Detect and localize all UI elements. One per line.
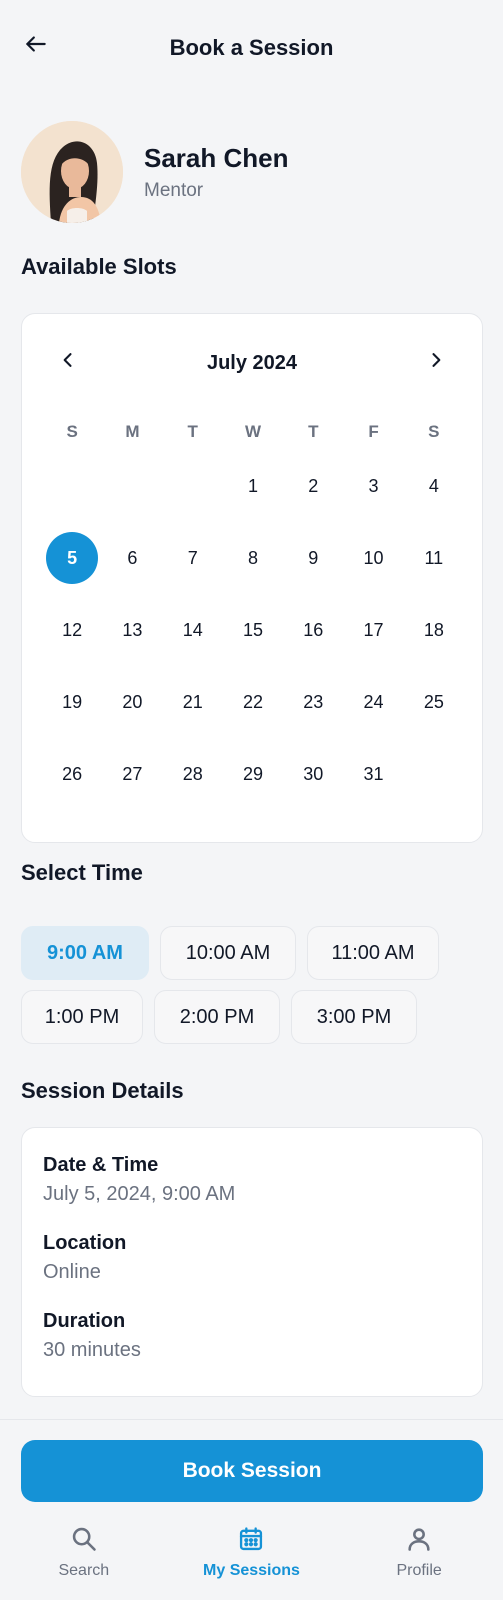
- calendar-empty-cell: [167, 460, 219, 512]
- calendar-icon: [236, 1524, 266, 1554]
- calendar-day[interactable]: 11: [408, 532, 460, 584]
- time-slot-selected[interactable]: 9:00 AM: [21, 926, 149, 980]
- calendar-day[interactable]: 18: [408, 604, 460, 656]
- calendar-day[interactable]: 20: [106, 676, 158, 728]
- calendar-day[interactable]: 9: [287, 532, 339, 584]
- mentor-role: Mentor: [144, 180, 204, 201]
- calendar-week-row: 12 13 14 15 16 17 18: [22, 594, 484, 666]
- calendar-day[interactable]: 24: [348, 676, 400, 728]
- calendar-day[interactable]: 25: [408, 676, 460, 728]
- bottom-navigation: Search My Sessions Profile: [0, 1512, 503, 1600]
- calendar-day[interactable]: 6: [106, 532, 158, 584]
- calendar-day[interactable]: 23: [287, 676, 339, 728]
- select-time-title: Select Time: [21, 860, 143, 885]
- calendar-day[interactable]: 29: [227, 748, 279, 800]
- available-slots-title: Available Slots: [21, 254, 177, 279]
- nav-label: Search: [58, 1562, 110, 1579]
- calendar-day[interactable]: 21: [167, 676, 219, 728]
- calendar-day[interactable]: 22: [227, 676, 279, 728]
- weekday-label: S: [66, 422, 78, 441]
- weekday-label: S: [428, 422, 440, 441]
- calendar-day[interactable]: 27: [106, 748, 158, 800]
- person-icon: [404, 1524, 434, 1554]
- calendar-day[interactable]: 8: [227, 532, 279, 584]
- time-slots-row-2: 1:00 PM 2:00 PM 3:00 PM: [21, 990, 483, 1044]
- time-slot[interactable]: 10:00 AM: [160, 926, 296, 980]
- session-details-title: Session Details: [21, 1078, 184, 1103]
- mentor-card: Sarah Chen Mentor: [21, 121, 289, 223]
- detail-label: Duration: [43, 1310, 126, 1332]
- detail-date-time: Date & Time July 5, 2024, 9:00 AM: [43, 1152, 461, 1208]
- chevron-right-icon: [426, 350, 446, 375]
- calendar-day[interactable]: 28: [167, 748, 219, 800]
- calendar-day[interactable]: 31: [348, 748, 400, 800]
- detail-value: Online: [43, 1261, 101, 1283]
- calendar-empty-cell: [408, 748, 460, 800]
- calendar-day[interactable]: 30: [287, 748, 339, 800]
- page-title: Book a Session: [169, 35, 334, 60]
- weekday-label: M: [125, 422, 140, 441]
- calendar-day[interactable]: 13: [106, 604, 158, 656]
- calendar-month-label: July 2024: [206, 352, 298, 374]
- avatar: [21, 121, 123, 223]
- search-icon: [69, 1524, 99, 1554]
- calendar-day[interactable]: 3: [348, 460, 400, 512]
- time-slots-row-1: 9:00 AM 10:00 AM 11:00 AM: [21, 926, 483, 980]
- divider: [0, 1419, 503, 1420]
- time-slot[interactable]: 3:00 PM: [291, 990, 417, 1044]
- calendar-day[interactable]: 2: [287, 460, 339, 512]
- time-slot[interactable]: 1:00 PM: [21, 990, 143, 1044]
- calendar-day[interactable]: 12: [46, 604, 98, 656]
- weekday-label: W: [244, 422, 262, 441]
- calendar-week-row: 5 6 7 8 9 10 11: [22, 522, 484, 594]
- calendar-weeks: 1 2 3 4 5 6 7 8 9 10 11 12 13 14 15 16 17 18 19 20 21 22 23 24 2…: [22, 450, 484, 810]
- calendar-week-row: 1234: [22, 450, 484, 522]
- calendar-day[interactable]: 17: [348, 604, 400, 656]
- calendar-empty-cell: [46, 460, 98, 512]
- calendar-week-row: 19 20 21 22 23 24 25: [22, 666, 484, 738]
- session-details-card: Date & Time July 5, 2024, 9:00 AM Locati…: [21, 1127, 483, 1397]
- header: Book a Session: [0, 0, 503, 96]
- calendar-day[interactable]: 19: [46, 676, 98, 728]
- calendar-week-row: 26 27 28 29 30 31: [22, 738, 484, 810]
- detail-value: 30 minutes: [43, 1339, 141, 1361]
- book-session-screen: Book a Session Sarah Chen Mentor Availab…: [0, 0, 503, 1600]
- nav-label: My Sessions: [203, 1562, 300, 1579]
- calendar-day[interactable]: 26: [46, 748, 98, 800]
- calendar-day[interactable]: 16: [287, 604, 339, 656]
- time-slot[interactable]: 2:00 PM: [154, 990, 280, 1044]
- time-slot[interactable]: 11:00 AM: [307, 926, 439, 980]
- mentor-info: Sarah Chen Mentor: [144, 142, 289, 202]
- nav-item-my-sessions[interactable]: My Sessions: [176, 1512, 326, 1600]
- weekday-label: T: [308, 422, 319, 441]
- calendar-day[interactable]: 1: [227, 460, 279, 512]
- weekday-label: T: [187, 422, 198, 441]
- detail-label: Location: [43, 1232, 127, 1254]
- nav-item-profile[interactable]: Profile: [344, 1512, 494, 1600]
- book-session-button[interactable]: Book Session: [21, 1440, 483, 1502]
- calendar: July 2024 S M T W T F S 1 2 3 4 5 6 7 8 9 10 11 12 1…: [21, 313, 483, 843]
- calendar-day[interactable]: 10: [348, 532, 400, 584]
- weekday-header-row: S M T W T F S: [22, 414, 484, 450]
- detail-value: July 5, 2024, 9:00 AM: [43, 1183, 236, 1205]
- calendar-empty-cell: [106, 460, 158, 512]
- next-month-button[interactable]: [421, 347, 451, 377]
- nav-label: Profile: [396, 1562, 442, 1579]
- detail-location: Location Online: [43, 1230, 461, 1286]
- calendar-day[interactable]: 4: [408, 460, 460, 512]
- detail-duration: Duration 30 minutes: [43, 1308, 461, 1364]
- nav-item-search[interactable]: Search: [9, 1512, 159, 1600]
- calendar-grid: S M T W T F S 1 2 3 4 5 6 7 8 9 10 11 12 13 14 15 16 17 1…: [22, 414, 484, 810]
- calendar-day-selected[interactable]: 5: [46, 532, 99, 584]
- calendar-day[interactable]: 7: [167, 532, 219, 584]
- weekday-label: F: [368, 422, 379, 441]
- detail-label: Date & Time: [43, 1154, 159, 1176]
- calendar-day[interactable]: 14: [167, 604, 219, 656]
- mentor-name: Sarah Chen: [144, 143, 289, 173]
- calendar-day[interactable]: 15: [227, 604, 279, 656]
